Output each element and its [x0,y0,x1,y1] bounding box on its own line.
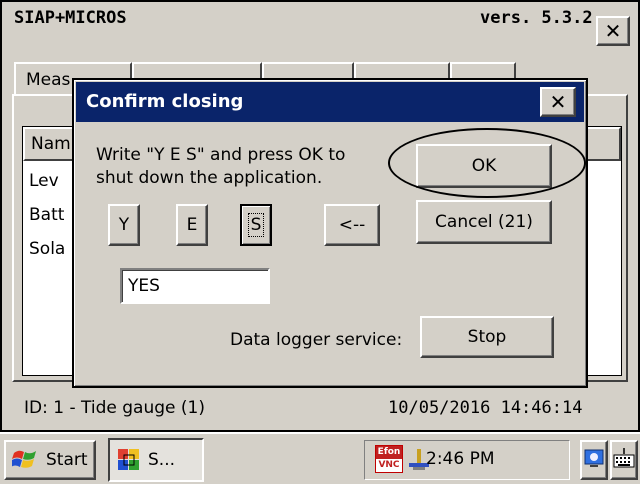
taskbar-app-button[interactable]: S... [108,438,204,482]
list-item[interactable]: Sola [29,239,65,259]
datetime-label: 10/05/2016 14:46:14 [388,398,583,418]
close-icon: ✕ [549,90,567,114]
confirm-text-input[interactable]: YES [120,268,270,304]
vnc-badge-top: Efon [376,446,402,459]
instruction-line-2: shut down the application. [96,168,323,188]
highlight-ellipse [388,128,586,198]
app-label: S... [148,450,176,470]
backspace-button[interactable]: <-- [324,204,380,246]
instruction-text: Write "Y E S" and press OK to shut down … [96,144,345,190]
data-logger-service-label: Data logger service: [230,330,403,350]
key-s-label: S [247,213,265,237]
vnc-icon[interactable]: Efon VNC [375,445,403,473]
column-header-last[interactable] [583,127,621,161]
main-close-button[interactable]: ✕ [596,16,630,46]
vnc-badge-bottom: VNC [376,459,402,472]
app-icon [116,447,142,473]
tab-label: Meas [26,70,71,90]
key-s-button[interactable]: S [240,204,272,246]
column-header-label: Nam [31,134,71,154]
cancel-button[interactable]: Cancel (21) [416,200,552,244]
key-y-button[interactable]: Y [108,204,140,246]
clock[interactable]: 2:46 PM [426,449,495,469]
stop-logger-button[interactable]: Stop [420,316,554,358]
taskbar: Start S... Efon VNC 2:46 PM [0,432,640,484]
station-id-label: ID: 1 - Tide gauge (1) [24,398,205,418]
close-icon: ✕ [604,19,622,43]
confirm-closing-dialog: Confirm closing ✕ Write "Y E S" and pres… [72,78,588,388]
list-item[interactable]: Batt [29,205,64,225]
windows-logo-icon [11,447,40,473]
key-e-button[interactable]: E [176,204,208,246]
list-item[interactable]: Lev [29,171,59,191]
show-desktop-button[interactable] [580,440,608,480]
dialog-title: Confirm closing [86,91,244,112]
dialog-titlebar: Confirm closing ✕ [76,82,584,122]
input-panel-button[interactable] [610,440,638,480]
app-version: vers. 5.3.2 [480,8,593,28]
dialog-close-button[interactable]: ✕ [540,87,576,117]
app-title: SIAP+MICROS [14,8,127,28]
instruction-line-1: Write "Y E S" and press OK to [96,145,346,165]
start-button[interactable]: Start [4,440,96,480]
start-label: Start [46,450,88,470]
keyboard-icon [612,446,636,475]
desktop-icon [583,447,605,474]
